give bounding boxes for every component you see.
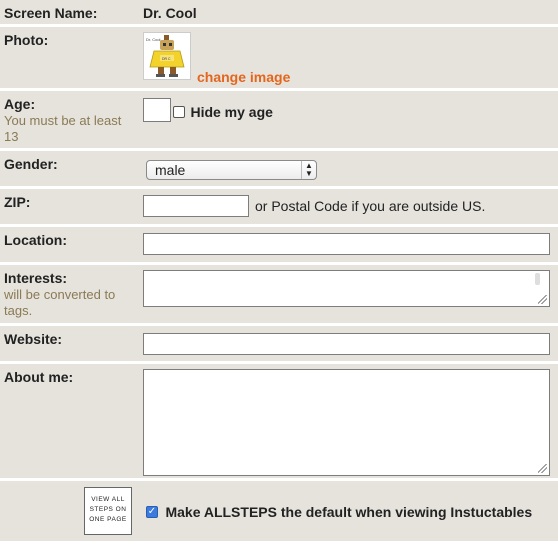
interests-textarea[interactable] [143, 270, 550, 307]
allsteps-label: Make ALLSTEPS the default when viewing I… [165, 503, 533, 520]
location-label: Location: [4, 232, 67, 248]
location-input[interactable] [143, 233, 550, 255]
screen-name-value: Dr. Cool [143, 5, 197, 21]
zip-input[interactable] [143, 195, 249, 217]
profile-form: Screen Name: Dr. Cool Photo: Dr. Cool DR… [0, 0, 558, 541]
row-location: Location: [0, 227, 558, 265]
photo-label: Photo: [4, 32, 49, 48]
age-input[interactable] [143, 98, 171, 122]
row-gender: Gender: male ▲ ▼ [0, 151, 558, 189]
row-about: About me: [0, 364, 558, 481]
avatar-caption: Dr. Cool [146, 37, 161, 42]
row-allsteps: VIEW ALL STEPS ON ONE PAGE ✓ Make ALLSTE… [0, 481, 558, 541]
age-label: Age: You must be at least 13 [4, 96, 139, 145]
view-all-steps-icon: VIEW ALL STEPS ON ONE PAGE [84, 487, 132, 535]
age-label-text: Age: [4, 96, 36, 112]
scrollbar-thumb[interactable] [535, 273, 540, 285]
hide-age-label: Hide my age [190, 103, 273, 120]
gender-label: Gender: [4, 156, 58, 172]
row-photo: Photo: Dr. Cool DR C change image [0, 27, 558, 91]
select-arrows-icon: ▲ ▼ [301, 161, 316, 179]
screen-name-label: Screen Name: [4, 5, 98, 21]
about-textarea[interactable] [143, 369, 550, 476]
change-image-link[interactable]: change image [197, 69, 290, 85]
avatar[interactable]: Dr. Cool DR C [143, 32, 191, 80]
zip-note: or Postal Code if you are outside US. [255, 198, 486, 214]
hide-age-checkbox[interactable] [173, 105, 185, 118]
row-interests: Interests: will be converted to tags. [0, 265, 558, 326]
row-zip: ZIP: or Postal Code if you are outside U… [0, 189, 558, 227]
allsteps-group: ✓ Make ALLSTEPS the default when viewing… [146, 503, 532, 521]
icon-text-line-3: ONE PAGE [89, 516, 127, 523]
interests-label-text: Interests: [4, 270, 68, 286]
age-hint: You must be at least 13 [4, 113, 122, 144]
about-wrapper [143, 369, 550, 476]
interests-wrapper [143, 270, 550, 307]
row-age: Age: You must be at least 13 Hide my age [0, 91, 558, 151]
about-label: About me: [4, 369, 74, 385]
row-website: Website: [0, 326, 558, 364]
website-input[interactable] [143, 333, 550, 355]
icon-text-line-2: STEPS ON [89, 506, 127, 513]
robot-avatar-icon: Dr. Cool DR C [144, 33, 190, 79]
gender-selected-value: male [155, 162, 186, 178]
hide-age-group: Hide my age [173, 103, 273, 121]
row-screen-name: Screen Name: Dr. Cool [0, 0, 558, 27]
icon-text-line-1: VIEW ALL [91, 496, 125, 503]
website-label: Website: [4, 331, 63, 347]
avatar-badge: DR C [162, 57, 171, 61]
interests-label: Interests: will be converted to tags. [4, 270, 134, 319]
allsteps-checkbox[interactable]: ✓ [146, 505, 158, 518]
interests-hint: will be converted to tags. [4, 287, 116, 318]
zip-label: ZIP: [4, 194, 31, 210]
gender-select[interactable]: male ▲ ▼ [146, 160, 317, 180]
